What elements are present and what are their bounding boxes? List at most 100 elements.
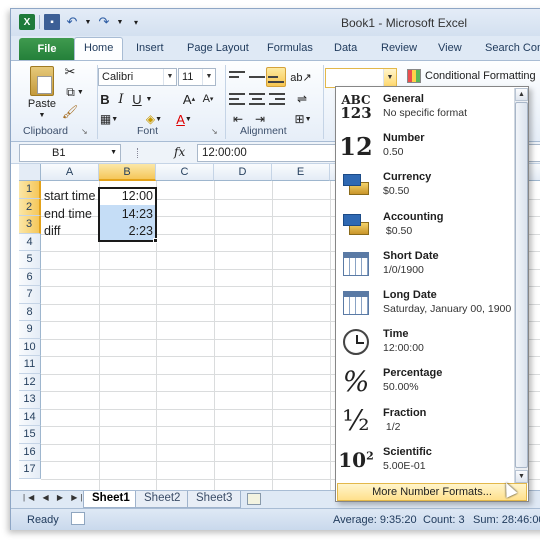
sheet-tab-2[interactable]: Sheet2 — [135, 491, 190, 508]
file-tab[interactable]: File — [19, 38, 75, 60]
cell-a3[interactable]: diff — [44, 223, 60, 240]
row-header[interactable]: 14 — [19, 408, 41, 426]
row-header[interactable]: 7 — [19, 286, 41, 304]
number-format-item-percentage[interactable]: % Percentage 50.00% — [336, 362, 514, 401]
row-header[interactable]: 10 — [19, 338, 41, 356]
row-header[interactable]: 3 — [19, 216, 41, 234]
copy-icon[interactable]: ⧉ ▼ — [61, 83, 89, 101]
sheet-tab-3[interactable]: Sheet3 — [187, 491, 242, 508]
number-format-item-fraction[interactable]: ½ Fraction 1/2 — [336, 402, 514, 441]
format-painter-icon[interactable]: 🖌 — [61, 103, 79, 121]
undo-icon[interactable]: ↶ — [64, 14, 80, 30]
cut-icon[interactable]: ✂ — [61, 63, 79, 81]
redo-dropdown-icon[interactable]: ▼ — [116, 14, 124, 30]
row-header[interactable]: 11 — [19, 356, 41, 374]
align-middle-icon[interactable] — [249, 69, 265, 85]
italic-button[interactable]: I — [114, 91, 128, 107]
tab-page-layout[interactable]: Page Layout — [187, 42, 249, 54]
orientation-icon[interactable]: ab↗ — [290, 69, 311, 85]
decrease-font-icon[interactable]: A ▾ — [200, 91, 216, 107]
conditional-formatting-button[interactable]: Conditional Formatting ▼ — [407, 69, 540, 83]
merge-center-icon[interactable]: ⊞ ▼ — [291, 111, 315, 127]
borders-icon[interactable]: ▦ ▼ — [98, 111, 120, 127]
save-icon[interactable]: ▪ — [44, 14, 60, 30]
clipboard-launcher-icon[interactable]: ↘ — [81, 127, 88, 136]
row-header[interactable]: 16 — [19, 443, 41, 461]
select-all-corner[interactable] — [19, 164, 41, 181]
bold-button[interactable]: B — [98, 91, 112, 107]
number-format-item-currency[interactable]: Currency $0.50 — [336, 166, 514, 205]
scrollbar-thumb[interactable] — [515, 102, 528, 468]
tab-insert[interactable]: Insert — [136, 42, 164, 54]
paste-button[interactable]: Paste ▼ — [25, 65, 59, 119]
row-header[interactable]: 1 — [19, 181, 41, 199]
tab-search-commands[interactable]: Search Comm — [485, 42, 540, 54]
undo-dropdown-icon[interactable]: ▼ — [84, 14, 92, 30]
font-color-icon[interactable]: A ▼ — [171, 111, 197, 127]
tab-data[interactable]: Data — [334, 42, 357, 54]
more-number-formats-button[interactable]: More Number Formats... — [337, 483, 527, 501]
row-header[interactable]: 9 — [19, 321, 41, 339]
align-right-icon[interactable] — [269, 91, 285, 107]
align-top-icon[interactable] — [229, 69, 245, 85]
increase-font-icon[interactable]: A ▴ — [181, 91, 197, 107]
number-format-item-time[interactable]: Time 12:00:00 — [336, 323, 514, 362]
tab-formulas[interactable]: Formulas — [267, 42, 313, 54]
redo-icon[interactable]: ↷ — [96, 14, 112, 30]
font-name-combo[interactable]: Calibri ▼ — [98, 68, 177, 86]
number-format-item-scientific[interactable]: 102 Scientific 5.00E-01 — [336, 441, 514, 480]
excel-logo-icon[interactable]: X — [19, 14, 35, 30]
sheet-tab-1[interactable]: Sheet1 — [83, 491, 139, 508]
align-bottom-icon[interactable] — [266, 67, 286, 87]
cell-a2[interactable]: end time — [44, 206, 92, 223]
scroll-down-icon[interactable]: ▼ — [515, 470, 528, 483]
chevron-down-icon: ▼ — [383, 69, 396, 87]
number-format-item-short-date[interactable]: Short Date 1/0/1900 — [336, 245, 514, 284]
row-header[interactable]: 4 — [19, 233, 41, 251]
window-title: Book1 - Microsoft Excel — [341, 16, 468, 30]
align-left-icon[interactable] — [229, 91, 245, 107]
number-format-item-general[interactable]: ABC 123 General No specific format — [336, 88, 514, 127]
title-bar: X ▪ ↶ ▼ ↷ ▼ ▾ Book1 - Microsoft Excel — [11, 9, 540, 36]
cell-a1[interactable]: start time — [44, 188, 95, 205]
font-size-combo[interactable]: 11 ▼ — [178, 68, 216, 86]
sheet-nav-icon[interactable]: |◀ ◀ ▶ ▶| — [23, 493, 85, 502]
column-header-e[interactable]: E — [272, 164, 330, 181]
ribbon-tabs: File Home Insert Page Layout Formulas Da… — [11, 36, 540, 60]
row-header[interactable]: 8 — [19, 303, 41, 321]
number-format-combo[interactable]: ▼ — [325, 68, 397, 88]
row-header[interactable]: 15 — [19, 426, 41, 444]
insert-sheet-icon[interactable] — [247, 493, 261, 505]
column-header-a[interactable]: A — [41, 164, 99, 181]
number-format-item-long-date[interactable]: Long Date Saturday, January 00, 1900 — [336, 284, 514, 323]
ribbon-separator — [323, 65, 324, 139]
formula-bar-splitter[interactable] — [137, 148, 139, 158]
row-header[interactable]: 2 — [19, 198, 41, 216]
align-center-icon[interactable] — [249, 91, 265, 107]
row-header[interactable]: 13 — [19, 391, 41, 409]
tab-home[interactable]: Home — [74, 37, 124, 60]
column-header-c[interactable]: C — [156, 164, 214, 181]
name-box[interactable]: B1 ▼ — [19, 144, 121, 162]
quick-access-toolbar: X ▪ ↶ ▼ ↷ ▼ ▾ — [19, 14, 144, 30]
row-header[interactable]: 6 — [19, 268, 41, 286]
customize-qat-icon[interactable]: ▾ — [128, 14, 144, 30]
row-header[interactable]: 12 — [19, 373, 41, 391]
tab-view[interactable]: View — [438, 42, 462, 54]
number-format-item-number[interactable]: 12 Number 0.50 — [336, 127, 514, 166]
row-header[interactable]: 5 — [19, 251, 41, 269]
font-launcher-icon[interactable]: ↘ — [211, 127, 218, 136]
column-header-b[interactable]: B — [99, 164, 156, 181]
macro-record-icon[interactable] — [71, 512, 85, 525]
underline-dropdown-icon[interactable]: ▼ — [145, 91, 153, 107]
scroll-up-icon[interactable]: ▲ — [515, 88, 528, 101]
dropdown-scrollbar[interactable]: ▲ ▼ — [514, 88, 528, 483]
row-header[interactable]: 17 — [19, 461, 41, 479]
number-format-item-accounting[interactable]: Accounting $0.50 — [336, 206, 514, 245]
insert-function-icon[interactable]: fx — [174, 145, 185, 159]
tab-review[interactable]: Review — [381, 42, 417, 54]
underline-button[interactable]: U — [130, 91, 144, 107]
wrap-text-icon[interactable]: ⇌ — [291, 91, 313, 107]
column-header-d[interactable]: D — [214, 164, 272, 181]
fill-handle[interactable] — [153, 238, 158, 243]
